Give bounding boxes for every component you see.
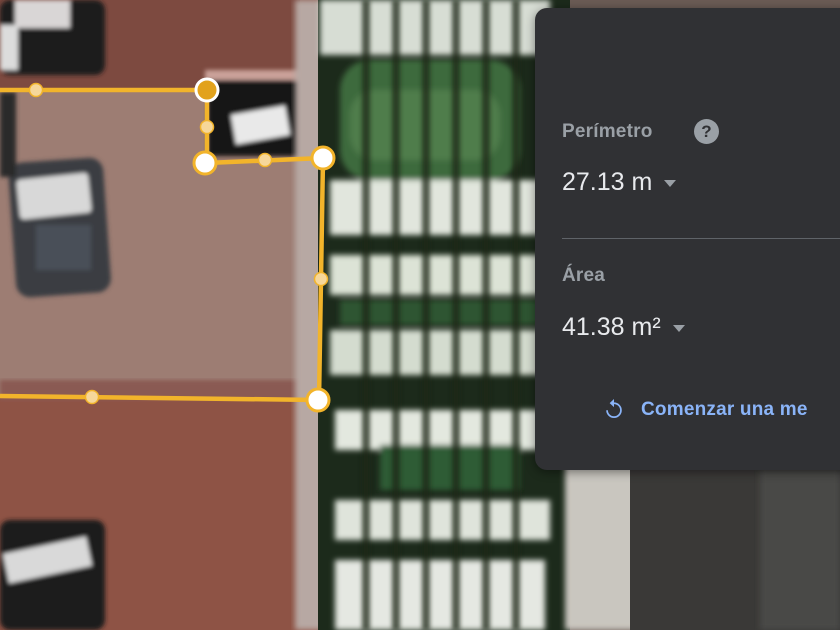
caret-down-icon xyxy=(664,180,677,187)
perimeter-value: 27.13 m xyxy=(562,168,653,196)
restart-label: Comenzar una me xyxy=(641,399,808,420)
map-view[interactable]: Perímetro ? 27.13 m Área 41.38 m² Comenz… xyxy=(0,0,840,630)
area-label: Área xyxy=(562,265,606,286)
area-unit-dropdown[interactable]: 41.38 m² xyxy=(562,313,685,342)
divider xyxy=(562,238,840,239)
help-icon[interactable]: ? xyxy=(694,119,719,144)
caret-down-icon xyxy=(672,325,685,332)
measurement-path xyxy=(0,87,326,403)
perimeter-unit-dropdown[interactable]: 27.13 m xyxy=(562,168,677,197)
area-value: 41.38 m² xyxy=(562,313,661,341)
restart-measurement-button[interactable]: Comenzar una me xyxy=(601,397,808,423)
perimeter-label: Perímetro xyxy=(562,121,653,142)
restart-icon xyxy=(606,398,622,419)
measure-distance-panel: Perímetro ? 27.13 m Área 41.38 m² Comenz… xyxy=(535,8,840,470)
